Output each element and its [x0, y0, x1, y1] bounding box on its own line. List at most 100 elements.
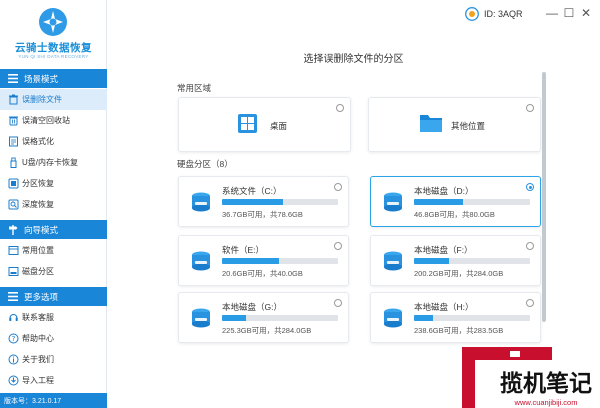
nav-item-label: 误清空回收站: [22, 116, 70, 125]
nav-item-deleted-files[interactable]: 误删除文件: [0, 89, 107, 110]
nav-item-label: 联系客服: [22, 313, 54, 322]
title-bar: ID: 3AQR — ☐ ✕: [107, 0, 600, 32]
partition-capacity: 20.6GB可用，共40.0GB: [222, 269, 303, 278]
partition-name: 系统文件（C:）: [222, 186, 282, 196]
common-area-label: 其他位置: [451, 121, 486, 131]
nav-item-label: 误格式化: [22, 137, 54, 146]
hard-disk-icon: [384, 251, 402, 271]
maximize-button[interactable]: ☐: [562, 6, 576, 20]
radio-button[interactable]: [526, 242, 534, 250]
import-icon: [8, 375, 19, 386]
partition-card[interactable]: 系统文件（C:） 36.7GB可用，共78.6GB: [178, 176, 349, 227]
watermark-url: www.cuanjibiji.com: [514, 398, 578, 407]
common-area-label: 桌面: [270, 121, 288, 131]
radio-button[interactable]: [526, 183, 534, 191]
nav-item-help-center[interactable]: ? 帮助中心: [0, 328, 107, 349]
nav-item-usb-recovery[interactable]: U盘/内存卡恢复: [0, 152, 107, 173]
partition-card[interactable]: 本地磁盘（F:） 200.2GB可用，共284.0GB: [370, 235, 541, 286]
partition-name: 本地磁盘（D:）: [414, 186, 474, 196]
partition-name: 本地磁盘（G:）: [222, 302, 282, 312]
nav-item-import-project[interactable]: 导入工程: [0, 370, 107, 391]
partition-capacity: 225.3GB可用，共284.0GB: [222, 326, 312, 335]
hard-disk-icon: [384, 192, 402, 212]
partition-name: 本地磁盘（F:）: [414, 245, 473, 255]
menu-lines-icon: [8, 292, 18, 302]
nav-item-deep-recovery[interactable]: 深度恢复: [0, 194, 107, 215]
app-subtitle: YUN QI SHI DATA RECOVERY: [18, 54, 89, 59]
group-more-options: 更多选项: [0, 287, 107, 306]
nav-item-common-locations[interactable]: 常用位置: [0, 240, 107, 261]
hard-disk-icon: [192, 192, 210, 212]
nav-item-label: 深度恢复: [22, 200, 54, 209]
partition-capacity: 200.2GB可用，共284.0GB: [414, 269, 504, 278]
partition-capacity: 238.6GB可用，共283.5GB: [414, 326, 504, 335]
close-button[interactable]: ✕: [579, 6, 593, 20]
group-scene-mode: 场景模式: [0, 69, 107, 88]
partition-capacity: 36.7GB可用，共78.6GB: [222, 210, 303, 219]
menu-lines-icon: [8, 74, 18, 84]
usb-icon: [10, 157, 17, 168]
group-label: 场景模式: [24, 73, 59, 84]
partition-card[interactable]: 本地磁盘（D:） 46.8GB可用，共80.0GB: [370, 176, 541, 227]
common-area-desktop[interactable]: 桌面: [178, 97, 351, 152]
nav-item-disk-partitions[interactable]: 磁盘分区: [0, 261, 107, 282]
nav-item-label: 导入工程: [22, 376, 54, 385]
usage-bar: [414, 315, 530, 321]
disk-partition-icon: [8, 267, 19, 276]
windows-icon: [238, 114, 257, 133]
partitions-label: 硬盘分区（8）: [177, 159, 233, 169]
app-logo: 云骑士数据恢复 YUN QI SHI DATA RECOVERY: [0, 0, 107, 66]
partition-card[interactable]: 本地磁盘（H:） 238.6GB可用，共283.5GB: [370, 292, 541, 343]
hard-disk-icon: [192, 308, 210, 328]
radio-button[interactable]: [526, 104, 534, 112]
usage-bar-fill: [222, 315, 247, 321]
watermark-text: 揽机笔记: [500, 370, 592, 397]
usage-bar: [222, 315, 338, 321]
usage-bar: [414, 258, 530, 264]
radio-button[interactable]: [526, 299, 534, 307]
minimize-button[interactable]: —: [545, 6, 559, 20]
watermark-logo: 揽机笔记 www.cuanjibiji.com: [462, 347, 593, 408]
usage-bar-fill: [222, 258, 279, 264]
nav-item-label: 常用位置: [22, 246, 54, 255]
version-label: 版本号：3.21.0.17: [0, 393, 107, 408]
nav-item-contact-support[interactable]: 联系客服: [0, 307, 107, 328]
partition-card[interactable]: 软件（E:） 20.6GB可用，共40.0GB: [178, 235, 349, 286]
nav-item-label: 关于我们: [22, 355, 54, 364]
partition-capacity: 46.8GB可用，共80.0GB: [414, 210, 495, 219]
common-area-other-location[interactable]: 其他位置: [368, 97, 541, 152]
nav-item-partition-recovery[interactable]: 分区恢复: [0, 173, 107, 194]
svg-text:?: ?: [12, 335, 16, 343]
usage-bar: [414, 199, 530, 205]
location-icon: [8, 246, 19, 255]
group-wizard-mode: 向导模式: [0, 220, 107, 239]
format-icon: [9, 136, 18, 147]
common-areas-label: 常用区域: [177, 83, 212, 93]
usage-bar: [222, 258, 338, 264]
logo-icon: [39, 8, 67, 36]
nav-item-format[interactable]: 误格式化: [0, 131, 107, 152]
radio-button[interactable]: [334, 299, 342, 307]
info-icon: [8, 354, 19, 365]
nav-item-recycle-bin[interactable]: 误清空回收站: [0, 110, 107, 131]
nav-item-about-us[interactable]: 关于我们: [0, 349, 107, 370]
sidebar: 云骑士数据恢复 YUN QI SHI DATA RECOVERY 场景模式 误删…: [0, 0, 107, 408]
partition-card[interactable]: 本地磁盘（G:） 225.3GB可用，共284.0GB: [178, 292, 349, 343]
user-id: ID: 3AQR: [484, 9, 523, 19]
recycle-bin-icon: [9, 116, 18, 126]
hard-disk-icon: [192, 251, 210, 271]
radio-button[interactable]: [334, 242, 342, 250]
scrollbar[interactable]: [542, 72, 546, 322]
radio-button[interactable]: [334, 183, 342, 191]
nav-item-label: 误删除文件: [22, 95, 62, 104]
usage-bar-fill: [222, 199, 284, 205]
partition-name: 软件（E:）: [222, 245, 265, 255]
help-icon: ?: [8, 333, 19, 344]
radio-button[interactable]: [336, 104, 344, 112]
user-avatar-icon[interactable]: [465, 7, 479, 21]
partition-icon: [8, 178, 19, 189]
headset-icon: [9, 314, 18, 321]
hard-disk-icon: [384, 308, 402, 328]
usage-bar: [222, 199, 338, 205]
page-title: 选择误删除文件的分区: [303, 54, 404, 65]
